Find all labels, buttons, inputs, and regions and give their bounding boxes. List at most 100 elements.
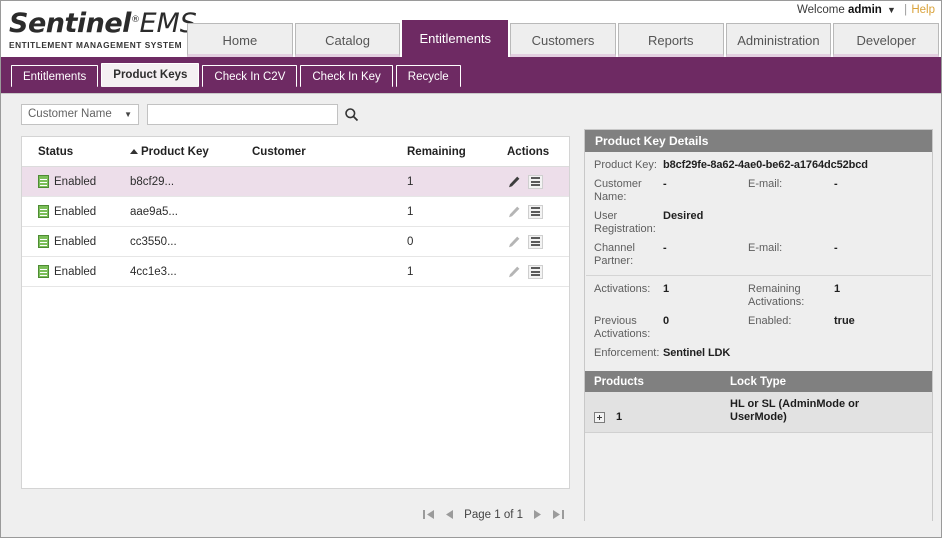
product-keys-grid: Status Product Key Customer Remaining Ac… — [21, 136, 570, 489]
row-status: Enabled — [22, 265, 130, 278]
table-row[interactable]: Enabled cc3550... 0 — [22, 227, 569, 257]
column-header-status[interactable]: Status — [22, 146, 130, 158]
row-menu-icon[interactable] — [528, 265, 543, 279]
edit-pencil-icon[interactable] — [507, 175, 521, 189]
help-link[interactable]: Help — [911, 4, 935, 16]
sub-navigation: Entitlements Product Keys Check In C2V C… — [11, 63, 464, 87]
column-header-product-key[interactable]: Product Key — [130, 146, 252, 158]
detail-value: - — [834, 178, 914, 204]
logo-bold-text: Sentinel — [9, 8, 131, 39]
sort-ascending-icon — [130, 149, 138, 154]
pagination: Page 1 of 1 — [422, 508, 565, 521]
row-remaining: 1 — [407, 176, 507, 188]
search-button[interactable] — [340, 104, 362, 125]
products-column-header: Products — [585, 376, 730, 388]
products-cell: 1 — [585, 398, 730, 423]
detail-row-previous-activations: Previous Activations: 0 Enabled: true — [585, 312, 932, 344]
row-status: Enabled — [22, 175, 130, 188]
row-menu-icon[interactable] — [528, 235, 543, 249]
subtab-check-in-key[interactable]: Check In Key — [300, 65, 392, 87]
detail-row-product-key: Product Key: b8cf29fe-8a62-4ae0-be62-a17… — [585, 156, 932, 175]
details-identity-block: Product Key: b8cf29fe-8a62-4ae0-be62-a17… — [585, 152, 932, 275]
search-field-select[interactable]: Customer Name ▼ — [21, 104, 139, 125]
subtab-entitlements[interactable]: Entitlements — [11, 65, 98, 87]
app-logo: Sentinel®EMS ENTITLEMENT MANAGEMENT SYST… — [9, 5, 187, 50]
search-input-wrapper[interactable] — [147, 104, 338, 125]
detail-row-activations: Activations: 1 Remaining Activations: 1 — [585, 280, 932, 312]
column-header-remaining[interactable]: Remaining — [407, 146, 507, 158]
detail-value: - — [834, 242, 914, 268]
page-indicator-label: Page 1 of 1 — [464, 509, 523, 521]
search-field-selected-value: Customer Name — [28, 108, 112, 120]
next-page-icon — [532, 508, 543, 521]
tab-entitlements[interactable]: Entitlements — [402, 20, 508, 57]
detail-value: Desired — [663, 210, 748, 236]
page-content: Customer Name ▼ Status Product Key — [1, 93, 941, 537]
first-page-button[interactable] — [422, 508, 435, 521]
enabled-document-icon — [38, 265, 49, 278]
detail-row-enforcement: Enforcement: Sentinel LDK — [585, 344, 932, 363]
tab-administration[interactable]: Administration — [726, 23, 832, 57]
column-header-customer[interactable]: Customer — [252, 146, 407, 158]
column-header-product-key-label: Product Key — [141, 146, 209, 158]
logo-subtitle: ENTITLEMENT MANAGEMENT SYSTEM — [9, 40, 187, 50]
product-keys-pane: Customer Name ▼ Status Product Key — [9, 94, 573, 533]
row-remaining: 1 — [407, 206, 507, 218]
detail-label: Remaining Activations: — [748, 283, 834, 309]
detail-label: Product Key: — [585, 159, 663, 172]
edit-pencil-icon[interactable] — [507, 265, 521, 279]
row-status: Enabled — [22, 205, 130, 218]
username-label[interactable]: admin — [848, 4, 882, 16]
welcome-label: Welcome — [797, 4, 845, 16]
products-table-row[interactable]: 1 HL or SL (AdminMode or UserMode) — [585, 392, 932, 433]
lock-type-column-header: Lock Type — [730, 376, 890, 388]
subtab-check-in-c2v[interactable]: Check In C2V — [202, 65, 297, 87]
detail-label: Enforcement: — [585, 347, 663, 360]
edit-pencil-icon[interactable] — [507, 205, 521, 219]
tab-home[interactable]: Home — [187, 23, 293, 57]
detail-value: 1 — [834, 283, 914, 309]
table-row[interactable]: Enabled b8cf29... 1 — [22, 167, 569, 197]
expand-icon[interactable] — [594, 412, 605, 423]
table-row[interactable]: Enabled aae9a5... 1 — [22, 197, 569, 227]
details-activation-block: Activations: 1 Remaining Activations: 1 … — [585, 276, 932, 367]
tab-developer[interactable]: Developer — [833, 23, 939, 57]
search-input[interactable] — [148, 105, 337, 124]
edit-pencil-icon[interactable] — [507, 235, 521, 249]
table-row[interactable]: Enabled 4cc1e3... 1 — [22, 257, 569, 287]
row-product-key: 4cc1e3... — [130, 266, 252, 278]
page-header: Sentinel®EMS ENTITLEMENT MANAGEMENT SYST… — [1, 1, 941, 57]
grid-header: Status Product Key Customer Remaining Ac… — [22, 137, 569, 167]
enabled-document-icon — [38, 175, 49, 188]
row-status-label: Enabled — [54, 266, 96, 278]
detail-label: Previous Activations: — [585, 315, 663, 341]
tab-customers[interactable]: Customers — [510, 23, 616, 57]
row-status-label: Enabled — [54, 206, 96, 218]
row-menu-icon[interactable] — [528, 205, 543, 219]
enabled-document-icon — [38, 235, 49, 248]
product-key-details-panel: Product Key Details Product Key: b8cf29f… — [584, 129, 933, 521]
details-panel-title: Product Key Details — [585, 130, 932, 152]
detail-label: E-mail: — [748, 242, 834, 268]
row-actions — [507, 205, 567, 219]
previous-page-button[interactable] — [444, 508, 455, 521]
detail-label: Enabled: — [748, 315, 834, 341]
column-header-actions[interactable]: Actions — [507, 146, 567, 158]
detail-value: true — [834, 315, 914, 341]
enabled-document-icon — [38, 205, 49, 218]
row-menu-icon[interactable] — [528, 175, 543, 189]
next-page-button[interactable] — [532, 508, 543, 521]
lock-type-cell: HL or SL (AdminMode or UserMode) — [730, 398, 910, 424]
tab-reports[interactable]: Reports — [618, 23, 724, 57]
detail-value: 0 — [663, 315, 748, 341]
chevron-down-icon[interactable]: ▼ — [887, 5, 896, 15]
detail-label: User Registration: — [585, 210, 663, 236]
products-table-header: Products Lock Type — [585, 371, 932, 392]
tab-catalog[interactable]: Catalog — [295, 23, 401, 57]
detail-label: Channel Partner: — [585, 242, 663, 268]
row-product-key: aae9a5... — [130, 206, 252, 218]
subtab-product-keys[interactable]: Product Keys — [101, 63, 199, 87]
last-page-icon — [552, 508, 565, 521]
subtab-recycle[interactable]: Recycle — [396, 65, 461, 87]
last-page-button[interactable] — [552, 508, 565, 521]
